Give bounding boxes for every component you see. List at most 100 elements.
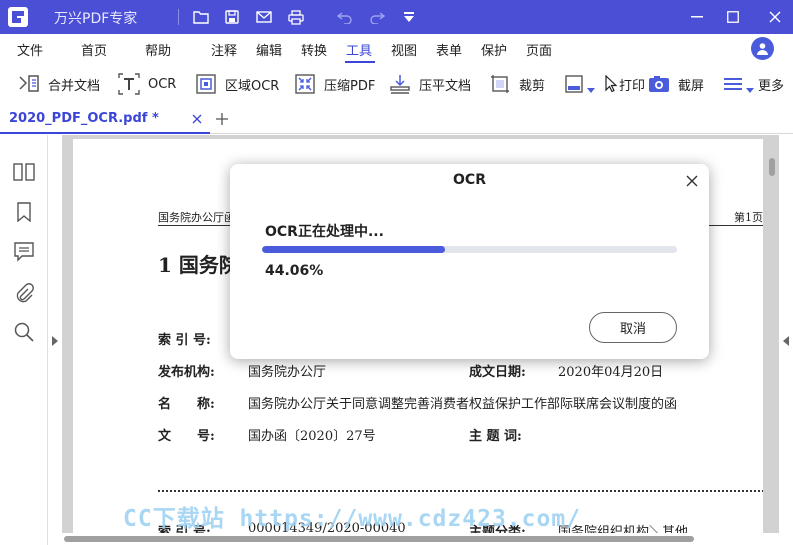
- menu-edit[interactable]: 编辑: [256, 40, 282, 59]
- title-separator: [178, 9, 179, 25]
- name-label: 名 称:: [158, 397, 215, 412]
- menu-protect[interactable]: 保护: [481, 40, 507, 59]
- docno-value: 国办函〔2020〕27号: [248, 429, 376, 444]
- camera-icon: [648, 73, 670, 95]
- date-value: 2020年04月20日: [558, 365, 664, 380]
- close-window-icon[interactable]: [763, 6, 787, 28]
- thumbnails-icon[interactable]: [13, 161, 35, 183]
- app-logo-icon: [8, 7, 28, 27]
- ocr-button[interactable]: OCR: [118, 72, 176, 96]
- mail-icon[interactable]: [253, 6, 275, 28]
- progress-bar-fill: [262, 246, 445, 253]
- compress-pdf-button[interactable]: 压缩PDF: [294, 72, 375, 96]
- compress-label: 压缩PDF: [324, 78, 376, 94]
- index-label: 索 引 号:: [158, 333, 211, 348]
- compress-icon: [294, 73, 316, 95]
- capture-button[interactable]: 截屏: [648, 72, 704, 96]
- header-footer-button[interactable]: [563, 72, 595, 96]
- active-menu-indicator: [345, 61, 375, 63]
- menu-lines-icon: [722, 73, 744, 95]
- merge-button[interactable]: 合并文档: [18, 72, 100, 96]
- more-label: 更多: [758, 78, 785, 94]
- menu-help[interactable]: 帮助: [145, 40, 171, 59]
- user-avatar-icon[interactable]: [751, 37, 774, 60]
- crop-icon: [489, 73, 511, 95]
- search-icon[interactable]: [13, 321, 35, 343]
- merge-label: 合并文档: [48, 78, 101, 94]
- topic-label: 主 题 词:: [469, 429, 522, 444]
- ocr-status-text: OCR正在处理中...: [265, 224, 384, 240]
- tools-toolbar: 合并文档 OCR 区域OCR 压缩PDF 压平文档 裁剪 打印 截屏 更多: [0, 64, 793, 104]
- date-label: 成文日期:: [469, 365, 526, 380]
- name-value: 国务院办公厅关于同意调整完善消费者权益保护工作部际联席会议制度的函: [248, 397, 678, 412]
- open-folder-icon[interactable]: [190, 6, 212, 28]
- printer-icon[interactable]: [285, 6, 307, 28]
- area-ocr-label: 区域OCR: [225, 78, 280, 94]
- flatten-label: 压平文档: [419, 78, 472, 94]
- area-ocr-icon: [195, 73, 217, 95]
- minimize-icon[interactable]: [685, 6, 709, 28]
- menu-home[interactable]: 首页: [81, 40, 107, 59]
- horizontal-scrollbar[interactable]: [62, 534, 779, 545]
- expand-sidebar-icon[interactable]: [51, 335, 59, 346]
- menu-annotate[interactable]: 注释: [211, 40, 237, 59]
- menu-convert[interactable]: 转换: [301, 40, 327, 59]
- menu-view[interactable]: 视图: [391, 40, 417, 59]
- undo-icon[interactable]: [334, 6, 356, 28]
- title-bar: 万兴PDF专家: [0, 0, 793, 34]
- cursor-pointer-icon: [605, 73, 617, 95]
- comment-icon[interactable]: [13, 241, 35, 263]
- ocr-progress-dialog: OCR OCR正在处理中... 44.06% 取消: [230, 164, 709, 359]
- docno-label: 文 号:: [158, 429, 215, 444]
- publisher-label: 发布机构:: [158, 365, 215, 380]
- capture-label: 截屏: [678, 78, 705, 94]
- left-sidebar: [0, 135, 48, 545]
- menu-page[interactable]: 页面: [526, 40, 552, 59]
- publisher-value: 国务院办公厅: [248, 365, 327, 380]
- menu-bar: 文件 首页 帮助 注释 编辑 转换 工具 视图 表单 保护 页面: [0, 34, 793, 64]
- crop-label: 裁剪: [519, 78, 546, 94]
- dialog-title: OCR: [453, 172, 486, 188]
- flatten-button[interactable]: 压平文档: [389, 72, 471, 96]
- more-tools-button[interactable]: 更多: [722, 72, 784, 96]
- print-button[interactable]: 打印: [605, 72, 645, 96]
- vertical-scroll-thumb[interactable]: [769, 158, 775, 176]
- chevron-down-icon[interactable]: [746, 87, 754, 93]
- chevron-down-icon[interactable]: [587, 87, 595, 93]
- page-header-left: 国务院办公厅函: [158, 211, 235, 224]
- cancel-button[interactable]: 取消: [589, 312, 677, 343]
- page-layout-icon: [563, 73, 585, 95]
- close-tab-icon[interactable]: [190, 112, 204, 126]
- bookmark-icon[interactable]: [13, 201, 35, 223]
- attachment-icon[interactable]: [13, 282, 35, 304]
- expand-right-panel-icon[interactable]: [782, 335, 790, 346]
- vertical-scrollbar[interactable]: [767, 150, 777, 530]
- ocr-text-icon: [118, 73, 140, 95]
- merge-icon: [18, 73, 40, 95]
- add-tab-icon[interactable]: [214, 111, 230, 127]
- dotted-divider: [158, 490, 763, 492]
- document-tab-bar: 2020_PDF_OCR.pdf *: [0, 104, 793, 134]
- crop-button[interactable]: 裁剪: [489, 72, 545, 96]
- menu-form[interactable]: 表单: [436, 40, 462, 59]
- menu-tools[interactable]: 工具: [346, 40, 372, 59]
- watermark-text: CC下载站 https://www.cdz423.com/: [123, 506, 582, 532]
- area-ocr-button[interactable]: 区域OCR: [195, 72, 279, 96]
- progress-bar: [262, 246, 677, 253]
- section-title: 1 国务院: [158, 253, 239, 277]
- page-number: 第1页: [734, 211, 763, 224]
- menu-file[interactable]: 文件: [17, 40, 43, 59]
- maximize-icon[interactable]: [721, 6, 745, 28]
- progress-percent: 44.06%: [265, 263, 324, 279]
- flatten-icon: [389, 73, 411, 95]
- quick-access-dropdown-icon[interactable]: [398, 6, 420, 28]
- document-tab[interactable]: 2020_PDF_OCR.pdf *: [0, 104, 210, 134]
- save-icon[interactable]: [221, 6, 243, 28]
- print-label: 打印: [619, 78, 646, 94]
- horizontal-scroll-thumb[interactable]: [64, 536, 694, 542]
- close-icon[interactable]: [683, 172, 701, 190]
- ocr-label: OCR: [148, 76, 177, 92]
- document-tab-label: 2020_PDF_OCR.pdf *: [9, 111, 159, 126]
- redo-icon[interactable]: [366, 6, 388, 28]
- app-title: 万兴PDF专家: [54, 11, 138, 27]
